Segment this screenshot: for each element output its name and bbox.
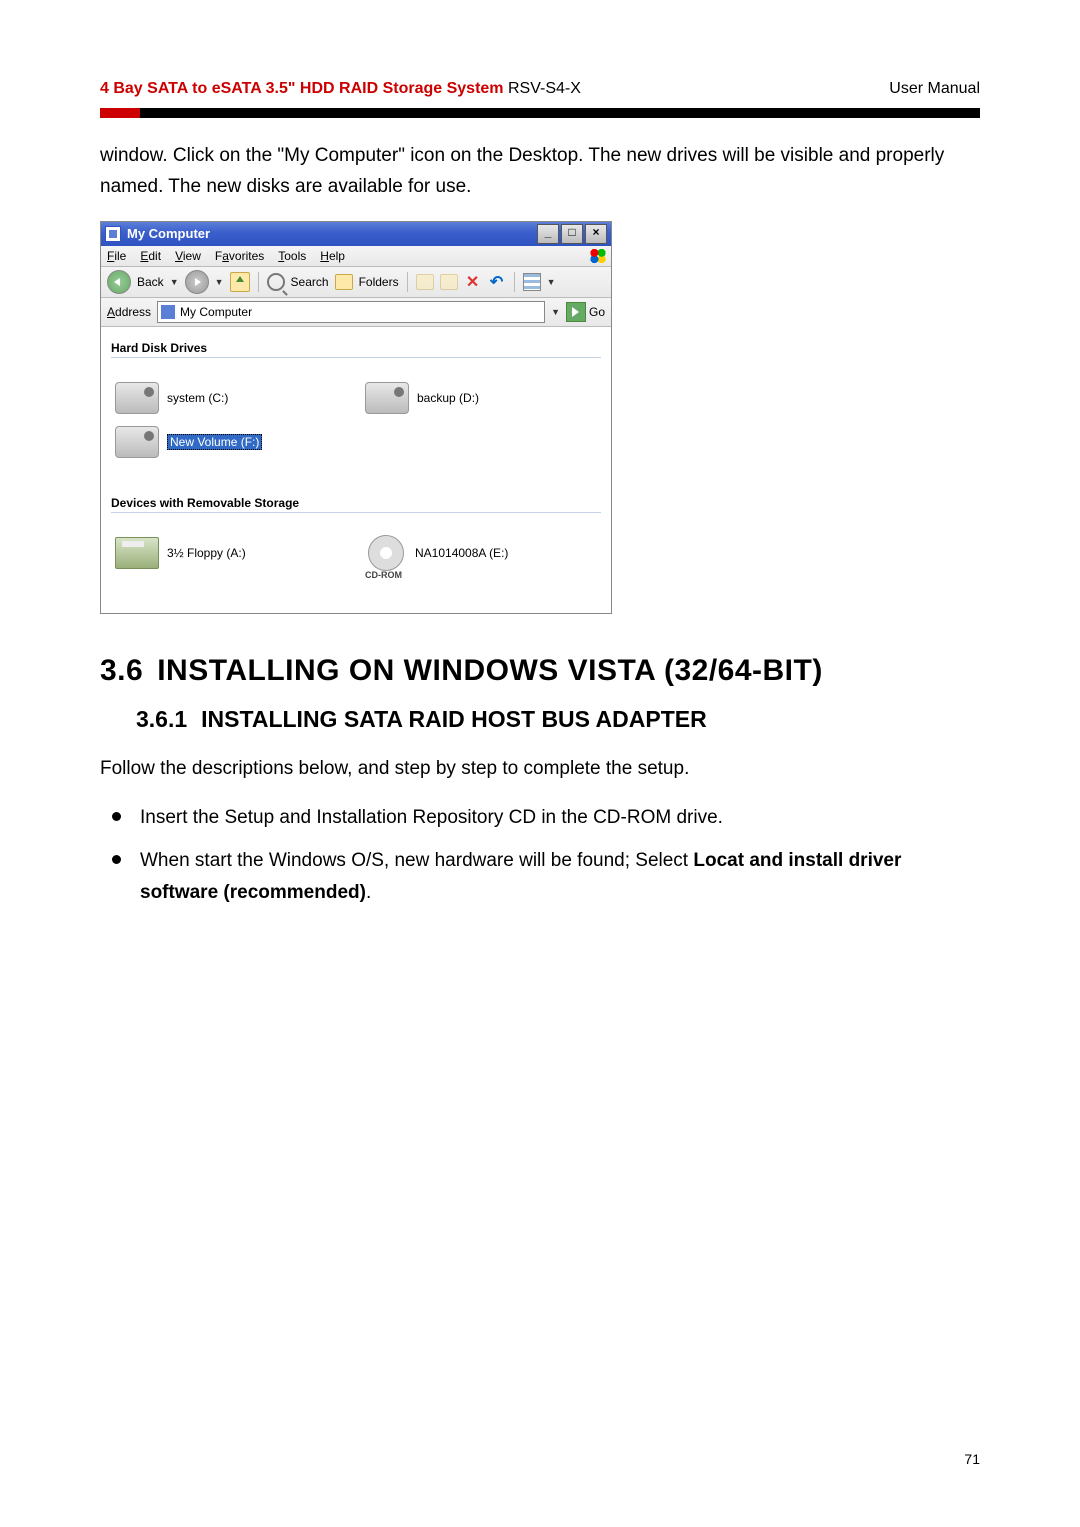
page-header: 4 Bay SATA to eSATA 3.5" HDD RAID Storag… [100, 80, 980, 108]
drive-c-label: system (C:) [167, 391, 228, 405]
list-item: When start the Windows O/S, new hardware… [106, 845, 980, 908]
toolbar-separator [514, 272, 515, 292]
go-label: Go [589, 305, 605, 319]
back-button-icon[interactable] [107, 270, 131, 294]
subsection-heading: 3.6.1 INSTALLING SATA RAID HOST BUS ADAPT… [136, 706, 980, 733]
drive-c[interactable]: system (C:) [115, 382, 325, 414]
toolbar: Back ▼ ▼ Search Folders ✕ ↶ ▼ [101, 267, 611, 298]
drive-f-label: New Volume (F:) [167, 434, 262, 450]
window-titlebar[interactable]: My Computer _ □ × [101, 222, 611, 246]
menu-help[interactable]: Help [320, 249, 345, 263]
go-button[interactable]: Go [566, 302, 605, 322]
floppy-icon [115, 537, 159, 569]
list-item: Insert the Setup and Installation Reposi… [106, 802, 980, 833]
move-to-icon[interactable] [416, 273, 434, 291]
views-icon[interactable] [523, 273, 541, 291]
delete-icon[interactable]: ✕ [464, 273, 482, 291]
menu-bar: File Edit View Favorites Tools Help [101, 246, 611, 267]
follow-paragraph: Follow the descriptions below, and step … [100, 753, 980, 784]
intro-paragraph: window. Click on the "My Computer" icon … [100, 140, 980, 203]
drive-a[interactable]: 3½ Floppy (A:) [115, 537, 325, 569]
page-number: 71 [964, 1451, 980, 1467]
folders-button-label[interactable]: Folders [359, 275, 399, 289]
hdd-icon [365, 382, 409, 414]
group-hard-disks: Hard Disk Drives [111, 337, 601, 358]
menu-tools[interactable]: Tools [278, 249, 306, 263]
subsection-number: 3.6.1 [136, 706, 187, 732]
up-button-icon[interactable] [230, 272, 250, 292]
section-number: 3.6 [100, 654, 143, 687]
drive-d-label: backup (D:) [417, 391, 479, 405]
my-computer-window: My Computer _ □ × File Edit View Favorit… [100, 221, 612, 614]
menu-view[interactable]: View [175, 249, 201, 263]
forward-button-icon[interactable] [185, 270, 209, 294]
header-right: User Manual [889, 80, 980, 98]
windows-flag-icon [589, 248, 607, 264]
bullet-list: Insert the Setup and Installation Reposi… [106, 802, 980, 908]
copy-to-icon[interactable] [440, 273, 458, 291]
folders-icon[interactable] [335, 273, 353, 291]
bullet-2-pre: When start the Windows O/S, new hardware… [140, 850, 693, 871]
forward-dropdown-icon[interactable]: ▼ [215, 277, 224, 287]
hdd-icon [115, 426, 159, 458]
window-title: My Computer [127, 226, 210, 241]
views-dropdown-icon[interactable]: ▼ [547, 277, 556, 287]
close-button[interactable]: × [585, 224, 607, 244]
address-dropdown-icon[interactable]: ▼ [551, 307, 560, 317]
address-input[interactable] [157, 301, 545, 323]
section-heading: 3.6 INSTALLING ON WINDOWS VISTA (32/64-BI… [100, 654, 980, 688]
product-title: 4 Bay SATA to eSATA 3.5" HDD RAID Storag… [100, 80, 504, 97]
menu-file[interactable]: File [107, 249, 126, 263]
cdrom-icon: CD-ROM [365, 538, 407, 568]
search-button-label[interactable]: Search [291, 275, 329, 289]
drive-e-label: NA1014008A (E:) [415, 546, 508, 560]
drive-e[interactable]: CD-ROM NA1014008A (E:) [365, 537, 575, 569]
address-label: Address [107, 305, 151, 319]
search-icon[interactable] [267, 273, 285, 291]
product-model: RSV-S4-X [508, 80, 581, 97]
undo-icon[interactable]: ↶ [488, 273, 506, 291]
drive-f[interactable]: New Volume (F:) [115, 426, 325, 458]
address-bar: Address ▼ Go [101, 298, 611, 327]
cdrom-tag: CD-ROM [365, 570, 402, 580]
header-divider [100, 108, 980, 118]
group-removable: Devices with Removable Storage [111, 492, 601, 513]
hdd-icon [115, 382, 159, 414]
toolbar-separator [258, 272, 259, 292]
subsection-title: INSTALLING SATA RAID HOST BUS ADAPTER [201, 706, 707, 732]
drive-a-label: 3½ Floppy (A:) [167, 546, 246, 560]
go-icon [566, 302, 586, 322]
toolbar-separator [407, 272, 408, 292]
menu-favorites[interactable]: Favorites [215, 249, 264, 263]
explorer-content: Hard Disk Drives system (C:) backup (D:)… [101, 327, 611, 613]
section-title: INSTALLING ON WINDOWS VISTA (32/64-BIT) [157, 654, 823, 687]
bullet-2-post: . [366, 882, 371, 903]
drive-d[interactable]: backup (D:) [365, 382, 575, 414]
my-computer-icon [105, 226, 121, 242]
maximize-button[interactable]: □ [561, 224, 583, 244]
menu-edit[interactable]: Edit [140, 249, 161, 263]
header-left: 4 Bay SATA to eSATA 3.5" HDD RAID Storag… [100, 80, 581, 98]
minimize-button[interactable]: _ [537, 224, 559, 244]
back-button-label[interactable]: Back [137, 275, 164, 289]
back-dropdown-icon[interactable]: ▼ [170, 277, 179, 287]
